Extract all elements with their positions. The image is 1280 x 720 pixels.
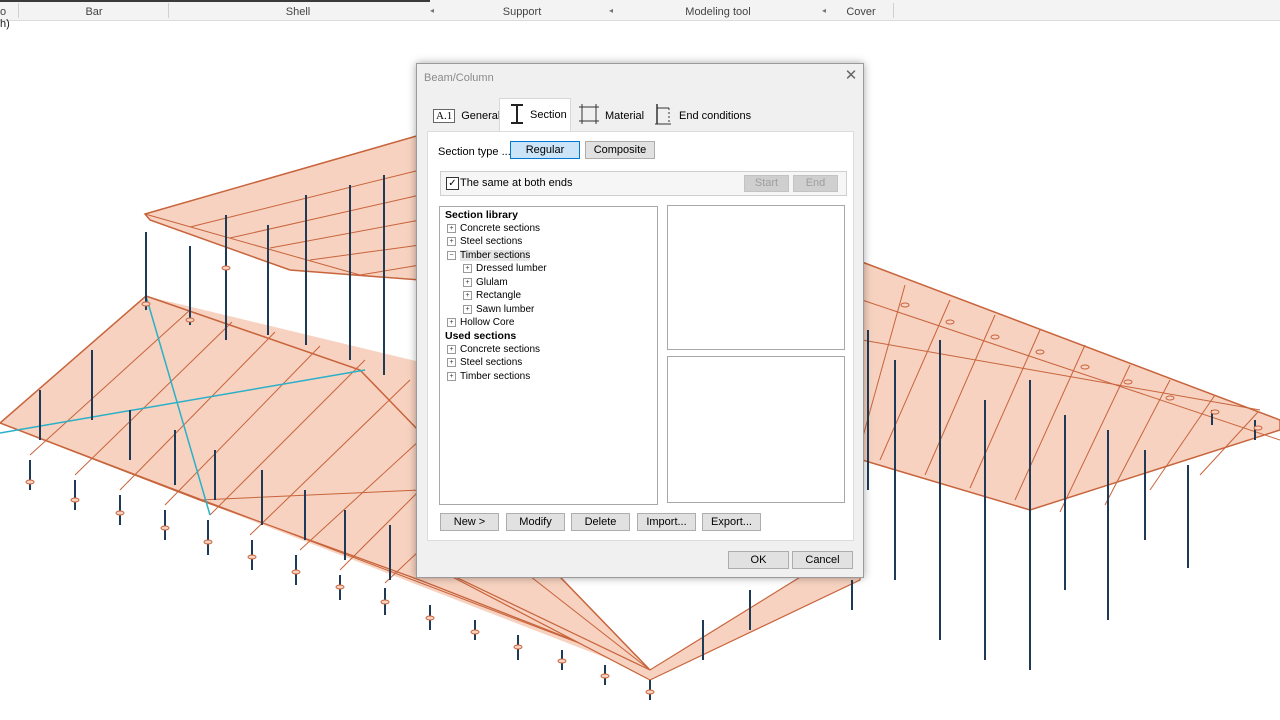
composite-button[interactable]: Composite bbox=[585, 141, 655, 159]
section-tree[interactable]: Section library + Concrete sections + Stee… bbox=[439, 206, 658, 505]
ribbon-group-cover[interactable]: Cover bbox=[829, 0, 893, 20]
export-button[interactable]: Export... bbox=[702, 513, 761, 531]
expand-icon[interactable]: + bbox=[447, 371, 456, 381]
end-button[interactable]: End bbox=[793, 175, 838, 192]
tree-item-selected[interactable]: − Timber sections bbox=[447, 250, 531, 261]
tree-item[interactable]: + Rectangle bbox=[463, 290, 521, 301]
tree-item[interactable]: + Dressed lumber bbox=[463, 263, 547, 274]
tree-item[interactable]: + Steel sections bbox=[447, 236, 522, 247]
import-button[interactable]: Import... bbox=[637, 513, 696, 531]
expand-icon[interactable]: + bbox=[463, 304, 472, 314]
tab-section[interactable]: Section bbox=[499, 98, 571, 131]
tree-header-used-sections: Used sections bbox=[445, 330, 517, 342]
expand-icon[interactable]: + bbox=[463, 290, 472, 300]
expand-icon[interactable]: + bbox=[463, 277, 472, 287]
dialog-title: Beam/Column bbox=[424, 72, 494, 84]
a1-icon: A.1 bbox=[433, 108, 456, 123]
ribbon-fragment: o bbox=[0, 6, 7, 18]
tree-item[interactable]: + Sawn lumber bbox=[463, 304, 534, 315]
tab-end-conditions[interactable]: End conditions bbox=[653, 100, 753, 131]
section-tab-panel: Section type .... Regular Composite ✓ Th… bbox=[427, 131, 854, 541]
collapse-icon[interactable]: − bbox=[447, 250, 456, 260]
ribbon-collapse-icon[interactable]: ◂ bbox=[430, 6, 434, 15]
tree-item[interactable]: + Glulam bbox=[463, 277, 508, 288]
tree-header-section-library: Section library bbox=[445, 209, 518, 221]
ribbon-group-modeling-tool[interactable]: Modeling tool bbox=[616, 0, 820, 20]
ok-button[interactable]: OK bbox=[728, 551, 789, 569]
expand-icon[interactable]: + bbox=[447, 344, 456, 354]
tab-general[interactable]: A.1 General bbox=[433, 100, 501, 131]
end-conditions-icon bbox=[653, 102, 673, 129]
tree-item[interactable]: + Timber sections bbox=[447, 371, 530, 382]
section-preview-bottom bbox=[667, 356, 845, 503]
new-button[interactable]: New > bbox=[440, 513, 499, 531]
tree-item[interactable]: + Hollow Core bbox=[447, 317, 514, 328]
section-type-label: Section type .... bbox=[438, 146, 514, 158]
start-button[interactable]: Start bbox=[744, 175, 789, 192]
tree-item[interactable]: + Concrete sections bbox=[447, 223, 540, 234]
delete-button[interactable]: Delete bbox=[571, 513, 630, 531]
ribbon-group-support[interactable]: Support bbox=[437, 0, 607, 20]
expand-icon[interactable]: + bbox=[447, 236, 456, 246]
ribbon-bar: o Bar Shell ◂ Support ◂ Modeling tool ◂ … bbox=[0, 0, 1280, 21]
tree-item[interactable]: + Concrete sections bbox=[447, 344, 540, 355]
slab-right[interactable] bbox=[861, 260, 1280, 513]
section-preview-top bbox=[667, 205, 845, 350]
expand-icon[interactable]: + bbox=[447, 357, 456, 367]
expand-icon[interactable]: + bbox=[463, 263, 472, 273]
same-ends-label[interactable]: The same at both ends bbox=[460, 177, 573, 189]
ribbon-collapse-icon[interactable]: ◂ bbox=[609, 6, 613, 15]
tab-material-label: Material bbox=[605, 109, 645, 122]
same-ends-group: ✓ The same at both ends Start End bbox=[440, 171, 847, 196]
regular-button[interactable]: Regular bbox=[510, 141, 580, 159]
material-grid-icon bbox=[579, 104, 599, 127]
tree-item[interactable]: + Steel sections bbox=[447, 357, 522, 368]
tab-end-conditions-label: End conditions bbox=[679, 109, 752, 122]
close-icon[interactable]: ✕ bbox=[843, 68, 859, 84]
ribbon-group-shell[interactable]: Shell bbox=[169, 0, 427, 20]
tab-section-label: Section bbox=[530, 109, 567, 121]
i-beam-icon bbox=[510, 103, 524, 128]
ribbon-separator bbox=[18, 3, 19, 18]
expand-icon[interactable]: + bbox=[447, 223, 456, 233]
beam-column-dialog: Beam/Column ✕ A.1 General Section Materi… bbox=[416, 63, 864, 578]
tab-material[interactable]: Material bbox=[579, 100, 645, 131]
same-ends-checkbox[interactable]: ✓ bbox=[446, 177, 459, 190]
tab-general-label: General bbox=[461, 109, 501, 122]
modify-button[interactable]: Modify bbox=[506, 513, 565, 531]
slab-upper[interactable] bbox=[143, 134, 421, 281]
expand-icon[interactable]: + bbox=[447, 317, 456, 327]
ribbon-collapse-icon[interactable]: ◂ bbox=[822, 6, 826, 15]
ribbon-separator bbox=[893, 3, 894, 18]
ribbon-group-bar[interactable]: Bar bbox=[20, 0, 168, 20]
cancel-button[interactable]: Cancel bbox=[792, 551, 853, 569]
